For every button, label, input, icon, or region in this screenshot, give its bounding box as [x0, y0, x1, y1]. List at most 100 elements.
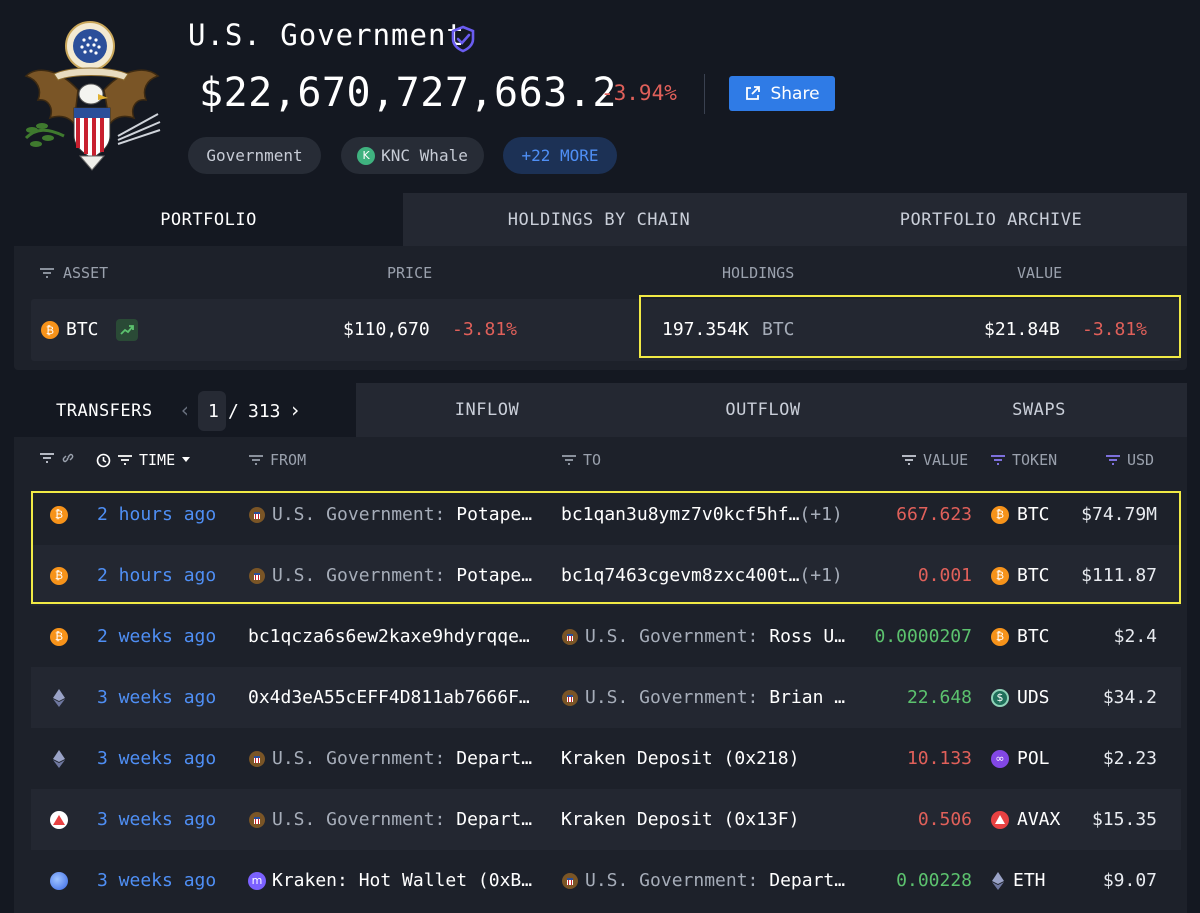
transfer-row[interactable]: ₿ 2 weeks ago bc1qcza6s6ew2kaxe9hdyrqqe……: [31, 606, 1181, 667]
prev-page-button[interactable]: ‹: [179, 398, 191, 422]
share-button[interactable]: Share: [729, 76, 835, 111]
from-address: 0x4d3eA55cEFF4D811ab7666F…: [248, 687, 530, 708]
tab-swaps[interactable]: SWAPS: [908, 383, 1170, 437]
asset-price-change: -3.81%: [452, 319, 518, 340]
tab-transfers-label: TRANSFERS: [56, 401, 153, 421]
transfer-to[interactable]: U.S. Government: Ross U…: [561, 606, 861, 667]
transfer-from[interactable]: 0x4d3eA55cEFF4D811ab7666F…: [248, 667, 548, 728]
link-icon: [62, 453, 74, 463]
filter-icon: [40, 268, 54, 278]
token-symbol: ETH: [1013, 870, 1046, 891]
transfer-to[interactable]: U.S. Government: Brian …: [561, 667, 861, 728]
tab-inflow[interactable]: INFLOW: [356, 383, 618, 437]
ethereum-chain-icon: [53, 688, 65, 707]
to-address: Kraken Deposit (0x13F): [561, 809, 800, 830]
tab-outflow[interactable]: OUTFLOW: [632, 383, 894, 437]
us-government-seal-avatar: [24, 21, 161, 171]
column-value-label: VALUE: [923, 451, 969, 469]
tab-portfolio-archive[interactable]: PORTFOLIO ARCHIVE: [795, 193, 1187, 246]
clock-icon: [96, 453, 111, 467]
avax-token-icon: [991, 810, 1009, 829]
asset-price: $110,670: [343, 319, 430, 340]
transfer-usd: $34.2: [1102, 687, 1157, 708]
total-portfolio-value: $22,670,727,663.2: [199, 70, 617, 116]
filter-icon: [562, 455, 576, 465]
column-value[interactable]: VALUE: [901, 451, 968, 469]
header-divider: [704, 74, 705, 114]
tag-knc-whale[interactable]: K KNC Whale: [341, 137, 484, 174]
ethereum-chain-icon: [53, 749, 65, 768]
column-to[interactable]: TO: [561, 451, 601, 469]
transfer-usd: $9.07: [1102, 870, 1157, 891]
transfer-from[interactable]: bc1qcza6s6ew2kaxe9hdyrqqe…: [248, 606, 548, 667]
pol-token-icon: ∞: [991, 749, 1009, 768]
transfer-usd: $2.23: [1102, 748, 1157, 769]
page-total: 313: [248, 401, 281, 422]
highlight-box-recent-transfers: [31, 491, 1181, 604]
column-chain-filter[interactable]: [39, 451, 75, 465]
asset-symbol: BTC: [66, 319, 99, 340]
transfer-from[interactable]: U.S. Government: Depart…: [248, 789, 548, 850]
us-seal-icon: [562, 872, 578, 889]
to-address: Kraken Deposit (0x218): [561, 748, 800, 769]
more-tags-button[interactable]: +22 MORE: [503, 137, 617, 174]
us-seal-icon: [249, 750, 265, 767]
external-link-icon: [746, 86, 761, 100]
to-label: Depart…: [769, 870, 846, 891]
transfer-value: 0.506: [917, 809, 972, 830]
transfer-value: 10.133: [906, 748, 972, 769]
transfer-value: 0.0000207: [874, 626, 972, 647]
token-symbol: UDS: [1017, 687, 1050, 708]
transfer-value: 22.648: [906, 687, 972, 708]
filter-icon: [40, 453, 54, 463]
transfer-to[interactable]: Kraken Deposit (0x218): [561, 728, 861, 789]
column-token[interactable]: TOKEN: [990, 451, 1057, 469]
tag-government[interactable]: Government: [188, 137, 321, 174]
transfer-to[interactable]: Kraken Deposit (0x13F): [561, 789, 861, 850]
knc-token-icon: K: [357, 146, 376, 165]
transfer-time[interactable]: 2 weeks ago: [97, 606, 237, 667]
column-usd[interactable]: USD: [1105, 451, 1154, 469]
transfer-time[interactable]: 3 weeks ago: [97, 728, 237, 789]
tab-holdings-by-chain[interactable]: HOLDINGS BY CHAIN: [403, 193, 795, 246]
kraken-icon: m: [248, 871, 266, 890]
to-label: Brian …: [769, 687, 846, 708]
next-page-button[interactable]: ›: [289, 398, 301, 422]
transfer-to[interactable]: U.S. Government: Depart…: [561, 850, 861, 911]
uds-token-icon: $: [991, 688, 1009, 707]
transfer-usd: $15.35: [1091, 809, 1157, 830]
tab-transfers[interactable]: TRANSFERS ‹ 1 / 313 ›: [14, 383, 356, 437]
transfer-row[interactable]: 3 weeks ago U.S. Government: Depart… Kra…: [31, 728, 1181, 789]
transfer-time[interactable]: 3 weeks ago: [97, 667, 237, 728]
portfolio-tabs: PORTFOLIO HOLDINGS BY CHAIN PORTFOLIO AR…: [14, 193, 1187, 246]
column-value: VALUE: [1017, 264, 1063, 282]
transfer-from[interactable]: U.S. Government: Depart…: [248, 728, 548, 789]
tab-portfolio[interactable]: PORTFOLIO: [14, 193, 403, 246]
tag-label: KNC Whale: [381, 146, 468, 165]
column-asset[interactable]: ASSET: [39, 264, 108, 282]
column-time[interactable]: TIME: [96, 451, 191, 469]
transfer-time[interactable]: 3 weeks ago: [97, 789, 237, 850]
column-time-label: TIME: [139, 451, 176, 469]
transfer-row[interactable]: 3 weeks ago U.S. Government: Depart… Kra…: [31, 789, 1181, 850]
transfer-time[interactable]: 3 weeks ago: [97, 850, 237, 911]
page-current[interactable]: 1: [208, 401, 219, 422]
transfer-row[interactable]: 3 weeks ago 0x4d3eA55cEFF4D811ab7666F… U…: [31, 667, 1181, 728]
transfer-from[interactable]: m Kraken: Hot Wallet (0xB…: [248, 850, 548, 911]
filter-icon: [118, 455, 132, 465]
from-label: Depart…: [456, 748, 533, 769]
from-label: Kraken: Hot Wallet (0xB…: [272, 870, 533, 891]
filter-icon: [249, 455, 263, 465]
eth-token-icon: [992, 871, 1004, 890]
entity-name: U.S. Government: [188, 18, 465, 52]
transfer-value: 0.00228: [896, 870, 972, 891]
from-entity: U.S. Government:: [272, 748, 446, 769]
base-chain-icon: [50, 871, 68, 890]
column-from[interactable]: FROM: [248, 451, 306, 469]
column-token-label: TOKEN: [1012, 451, 1058, 469]
transfer-row[interactable]: 3 weeks ago m Kraken: Hot Wallet (0xB… U…: [31, 850, 1181, 911]
to-label: Ross U…: [769, 626, 846, 647]
transfer-usd: $2.4: [1113, 626, 1157, 647]
token-symbol: BTC: [1017, 626, 1050, 647]
column-asset-label: ASSET: [63, 264, 109, 282]
